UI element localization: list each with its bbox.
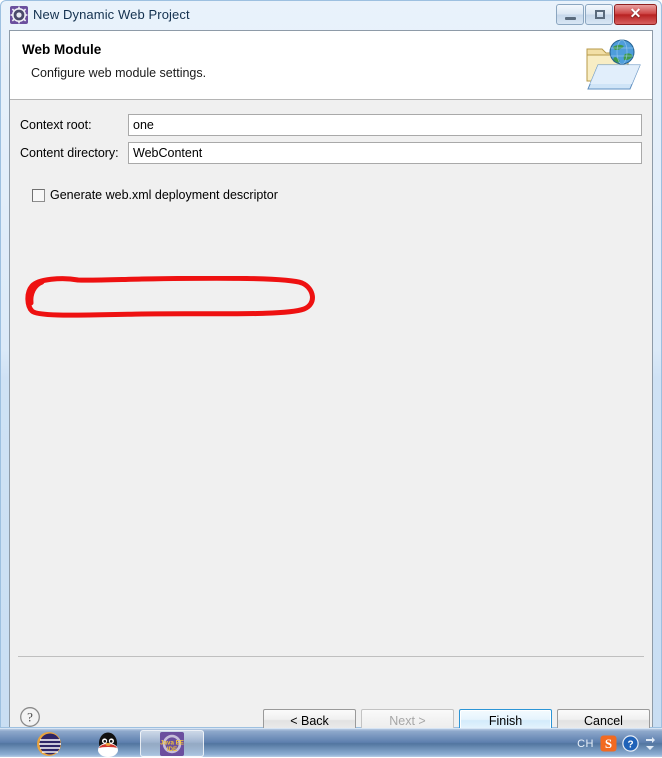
generate-webxml-row[interactable]: Generate web.xml deployment descriptor [32, 188, 278, 202]
dialog-client-area: Web Module Configure web module settings… [9, 30, 653, 727]
ime-indicator[interactable]: CH [577, 738, 594, 750]
content-directory-label: Content directory: [20, 146, 119, 160]
taskbar-orb-icon[interactable] [28, 729, 70, 758]
context-root-row: Context root: [10, 114, 652, 136]
show-hidden-icons-button[interactable] [644, 734, 656, 754]
wizard-header: Web Module Configure web module settings… [10, 31, 652, 100]
context-root-label: Context root: [20, 118, 92, 132]
help-button[interactable]: ? [19, 706, 41, 728]
svg-text:?: ? [627, 740, 633, 751]
windows-taskbar: Java EE IDE CH S ? [0, 728, 662, 757]
title-bar[interactable]: New Dynamic Web Project ✕ [1, 1, 661, 30]
content-directory-row: Content directory: [10, 142, 652, 164]
context-root-input[interactable] [128, 114, 642, 136]
red-ellipse-annotation [25, 276, 315, 318]
page-title: Web Module [22, 42, 102, 57]
svg-text:IDE: IDE [167, 746, 177, 753]
wizard-form: Context root: Content directory: Generat… [10, 100, 652, 727]
maximize-button[interactable] [585, 4, 613, 25]
taskbar-qq-icon[interactable] [88, 729, 128, 758]
dialog-window: New Dynamic Web Project ✕ Web Module Con… [0, 0, 662, 732]
svg-text:S: S [605, 736, 612, 751]
taskbar-eclipse-javaee-ide[interactable]: Java EE IDE [140, 730, 204, 757]
page-subtitle: Configure web module settings. [31, 66, 207, 80]
generate-webxml-label: Generate web.xml deployment descriptor [50, 188, 278, 202]
window-controls: ✕ [555, 4, 657, 25]
generate-webxml-checkbox[interactable] [32, 188, 45, 202]
svg-text:?: ? [27, 710, 33, 725]
eclipse-gear-icon [10, 6, 28, 24]
system-tray: CH S ? [577, 729, 658, 758]
screen: New Dynamic Web Project ✕ Web Module Con… [0, 0, 662, 757]
web-folder-globe-icon [586, 39, 641, 90]
window-title: New Dynamic Web Project [33, 7, 190, 22]
minimize-button[interactable] [556, 4, 584, 25]
close-button[interactable]: ✕ [614, 4, 657, 25]
footer-separator [18, 656, 644, 657]
close-icon: ✕ [629, 7, 642, 22]
help-tray-icon[interactable]: ? [622, 735, 639, 752]
content-directory-input[interactable] [128, 142, 642, 164]
sogou-input-icon[interactable]: S [600, 735, 617, 752]
